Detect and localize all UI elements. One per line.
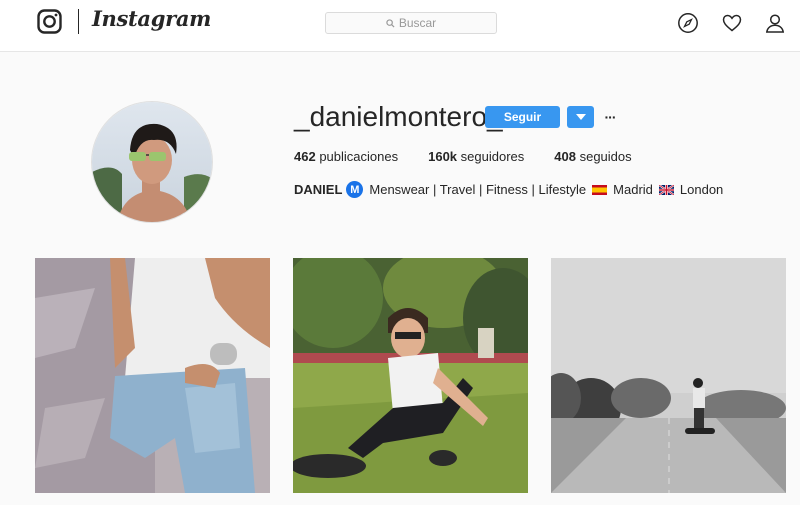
more-options-button[interactable]: ··· [602, 106, 618, 128]
m-badge-icon: M [346, 181, 364, 198]
profile-avatar[interactable] [91, 101, 213, 223]
follow-button[interactable]: Seguir [485, 106, 560, 128]
bio-city-london: London [679, 182, 724, 197]
following-count: 408 [554, 149, 576, 164]
posts-stat: 462 publicaciones [294, 149, 398, 164]
person-icon[interactable] [764, 12, 786, 34]
spain-flag-icon [592, 184, 608, 195]
posts-label: publicaciones [319, 149, 399, 164]
post-thumbnail[interactable] [293, 258, 528, 493]
profile-bio: DANIEL M Menswear | Travel | Fitness | L… [294, 181, 723, 198]
top-nav: Instagram Buscar [0, 0, 800, 52]
profile-username: _danielmontero_ [294, 101, 503, 132]
post-thumbnail[interactable] [35, 258, 270, 493]
search-input[interactable]: Buscar [325, 12, 497, 34]
followers-count: 160k [428, 149, 458, 164]
post-photo-hoverboard-bw [551, 258, 786, 493]
post-thumbnail[interactable] [551, 258, 786, 493]
instagram-wordmark[interactable]: Instagram [92, 6, 211, 31]
nav-divider [78, 9, 79, 34]
post-photo-park-sitting [293, 258, 528, 493]
followers-stat[interactable]: 160k seguidores [428, 149, 524, 164]
post-photo-denim-shorts [35, 258, 270, 493]
bio-city-madrid: Madrid [613, 182, 653, 197]
following-stat[interactable]: 408 seguidos [554, 149, 631, 164]
search-placeholder: Buscar [398, 16, 437, 30]
triangle-down-icon [575, 114, 586, 120]
heart-icon[interactable] [721, 12, 743, 34]
search-icon [386, 18, 395, 28]
bio-name: DANIEL [294, 182, 343, 197]
suggestions-dropdown-button[interactable] [567, 106, 594, 128]
following-label: seguidos [579, 149, 632, 164]
profile-stats: 462 publicaciones 160k seguidores 408 se… [294, 149, 662, 164]
uk-flag-icon [658, 184, 674, 195]
avatar-photo [92, 102, 212, 222]
bio-text: Menswear | Travel | Fitness | Lifestyle [369, 182, 587, 197]
compass-icon[interactable] [677, 12, 699, 34]
posts-count: 462 [294, 149, 316, 164]
followers-label: seguidores [460, 149, 525, 164]
instagram-logo-icon[interactable] [37, 9, 62, 34]
